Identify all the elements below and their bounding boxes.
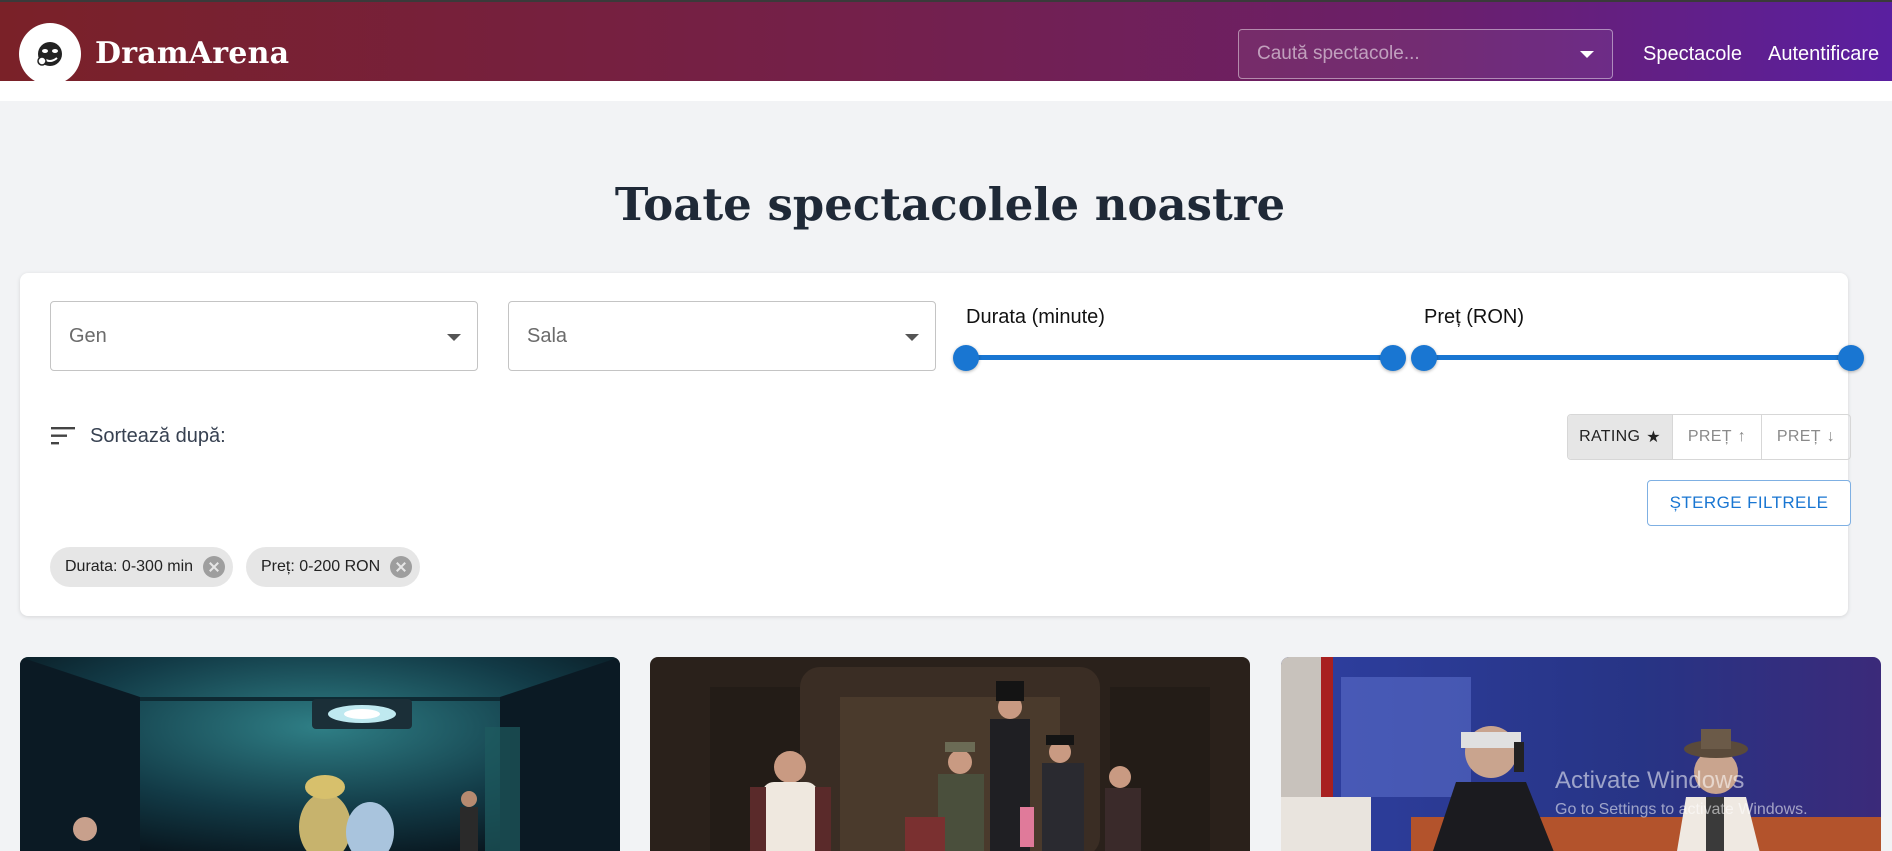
sort-price-asc-label: PREȚ <box>1687 428 1732 445</box>
sort-price-desc-button[interactable]: PREȚ ↓ <box>1762 415 1850 459</box>
genre-select[interactable]: Gen <box>50 301 478 371</box>
clear-filters-button[interactable]: ȘTERGE FILTRELE <box>1647 480 1851 526</box>
search-input[interactable] <box>1257 30 1557 78</box>
app-header: DramArena Spectacole Autentificare <box>0 0 1892 101</box>
sort-rating-label: RATING <box>1579 428 1641 445</box>
remove-chip-icon[interactable] <box>390 556 413 578</box>
sort-rating-button[interactable]: RATING ★ <box>1568 415 1673 459</box>
remove-chip-icon[interactable] <box>203 556 226 578</box>
price-slider-label: Preț (RON) <box>1424 306 1524 328</box>
sort-label: Sortează după: <box>90 425 226 447</box>
arrow-down-icon: ↓ <box>1826 428 1836 445</box>
nav-autentificare[interactable]: Autentificare <box>1768 43 1879 66</box>
sort-price-asc-button[interactable]: PREȚ ↑ <box>1673 415 1762 459</box>
show-image <box>20 657 620 851</box>
price-filter-chip[interactable]: Preț: 0-200 RON <box>246 547 421 587</box>
price-slider-track[interactable] <box>1423 355 1851 360</box>
watermark-title: Activate Windows <box>1555 767 1745 794</box>
duration-slider-max-thumb[interactable] <box>1380 345 1406 371</box>
price-slider-min-thumb[interactable] <box>1411 345 1437 371</box>
duration-slider-min-thumb[interactable] <box>953 345 979 371</box>
sort-toggle-group: RATING ★ PREȚ ↑ PREȚ ↓ <box>1567 414 1851 460</box>
chevron-down-icon <box>905 334 919 341</box>
genre-select-label: Gen <box>69 325 107 347</box>
brand-name[interactable]: DramArena <box>95 36 289 71</box>
sort-price-desc-label: PREȚ <box>1776 428 1821 445</box>
windows-activation-watermark: Activate Windows Go to Settings to activ… <box>1555 767 1808 819</box>
page-title: Toate spectacolele noastre <box>614 178 1286 231</box>
hall-select-label: Sala <box>527 325 568 347</box>
chevron-down-icon[interactable] <box>1580 51 1594 58</box>
watermark-subtitle: Go to Settings to activate Windows. <box>1555 801 1808 818</box>
chip-label: Preț: 0-200 RON <box>261 558 381 575</box>
chip-label: Durata: 0-300 min <box>65 558 194 575</box>
show-card[interactable] <box>1281 657 1881 851</box>
show-image <box>1281 657 1881 851</box>
show-image <box>650 657 1250 851</box>
theater-masks-logo-icon[interactable] <box>19 23 81 85</box>
price-slider-max-thumb[interactable] <box>1838 345 1864 371</box>
header-bar: DramArena Spectacole Autentificare <box>0 2 1892 101</box>
filter-panel: Gen Sala Durata (minute) Preț (RON) Sort… <box>20 273 1864 616</box>
duration-filter-chip[interactable]: Durata: 0-300 min <box>50 547 234 587</box>
show-card[interactable] <box>650 657 1250 851</box>
nav-spectacole[interactable]: Spectacole <box>1643 43 1742 66</box>
star-icon: ★ <box>1646 429 1661 446</box>
search-combobox[interactable] <box>1238 29 1613 79</box>
sort-icon <box>51 427 75 445</box>
chevron-down-icon <box>447 334 461 341</box>
duration-slider-track[interactable] <box>965 355 1393 360</box>
show-card[interactable] <box>20 657 620 851</box>
arrow-up-icon: ↑ <box>1737 428 1747 445</box>
hall-select[interactable]: Sala <box>508 301 936 371</box>
duration-slider-label: Durata (minute) <box>966 306 1105 328</box>
